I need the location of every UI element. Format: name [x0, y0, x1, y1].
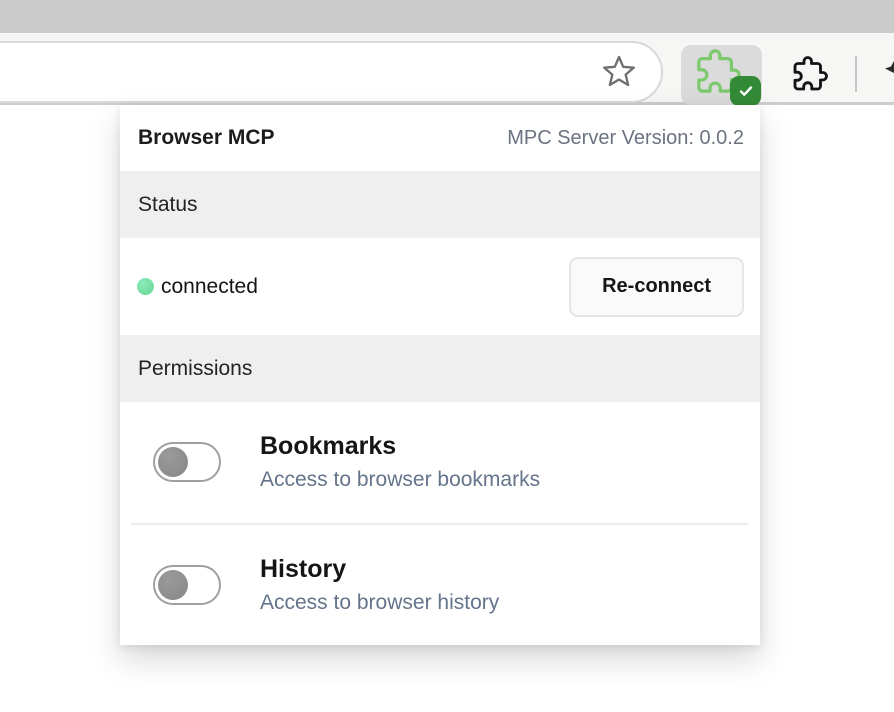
bookmarks-toggle[interactable]: [153, 442, 221, 482]
permission-text: Bookmarks Access to browser bookmarks: [260, 432, 540, 492]
address-bar[interactable]: [0, 41, 663, 103]
popup-title: Browser MCP: [138, 126, 275, 150]
window-titlebar: [0, 0, 894, 33]
checkmark-icon: [736, 81, 756, 101]
browser-window: Browser MCP MPC Server Version: 0.0.2 St…: [0, 0, 894, 712]
toggle-knob: [158, 570, 188, 600]
puzzle-piece-icon: [792, 56, 828, 92]
history-toggle[interactable]: [153, 565, 221, 605]
server-version-label: MPC Server Version: 0.0.2: [507, 127, 744, 150]
permissions-section-header: Permissions: [120, 335, 760, 402]
permissions-list: Bookmarks Access to browser bookmarks Hi…: [120, 402, 760, 645]
connection-status: connected: [137, 275, 258, 299]
clipped-toolbar-icon: [884, 60, 894, 76]
permission-title: Bookmarks: [260, 432, 540, 461]
browser-toolbar: [0, 33, 894, 105]
permission-title: History: [260, 555, 499, 584]
browser-mcp-popup: Browser MCP MPC Server Version: 0.0.2 St…: [120, 105, 760, 645]
permissions-section-label: Permissions: [138, 357, 252, 381]
popup-header: Browser MCP MPC Server Version: 0.0.2: [120, 105, 760, 171]
browser-mcp-extension-button[interactable]: [681, 45, 762, 105]
toolbar-separator: [855, 56, 857, 92]
permission-description: Access to browser bookmarks: [260, 468, 540, 492]
permission-row-bookmarks: Bookmarks Access to browser bookmarks: [120, 402, 760, 523]
reconnect-button[interactable]: Re-connect: [569, 257, 744, 317]
extension-connected-badge: [730, 76, 761, 106]
connection-status-dot: [137, 278, 154, 295]
extensions-menu-button[interactable]: [791, 55, 829, 93]
bookmark-star-button[interactable]: [599, 52, 639, 92]
status-row: connected Re-connect: [120, 238, 760, 335]
permission-text: History Access to browser history: [260, 555, 499, 615]
status-section-label: Status: [138, 193, 198, 217]
star-icon: [599, 52, 639, 92]
permission-row-history: History Access to browser history: [120, 525, 760, 646]
permission-description: Access to browser history: [260, 591, 499, 615]
status-section-header: Status: [120, 171, 760, 238]
toggle-knob: [158, 447, 188, 477]
connection-status-label: connected: [161, 275, 258, 299]
